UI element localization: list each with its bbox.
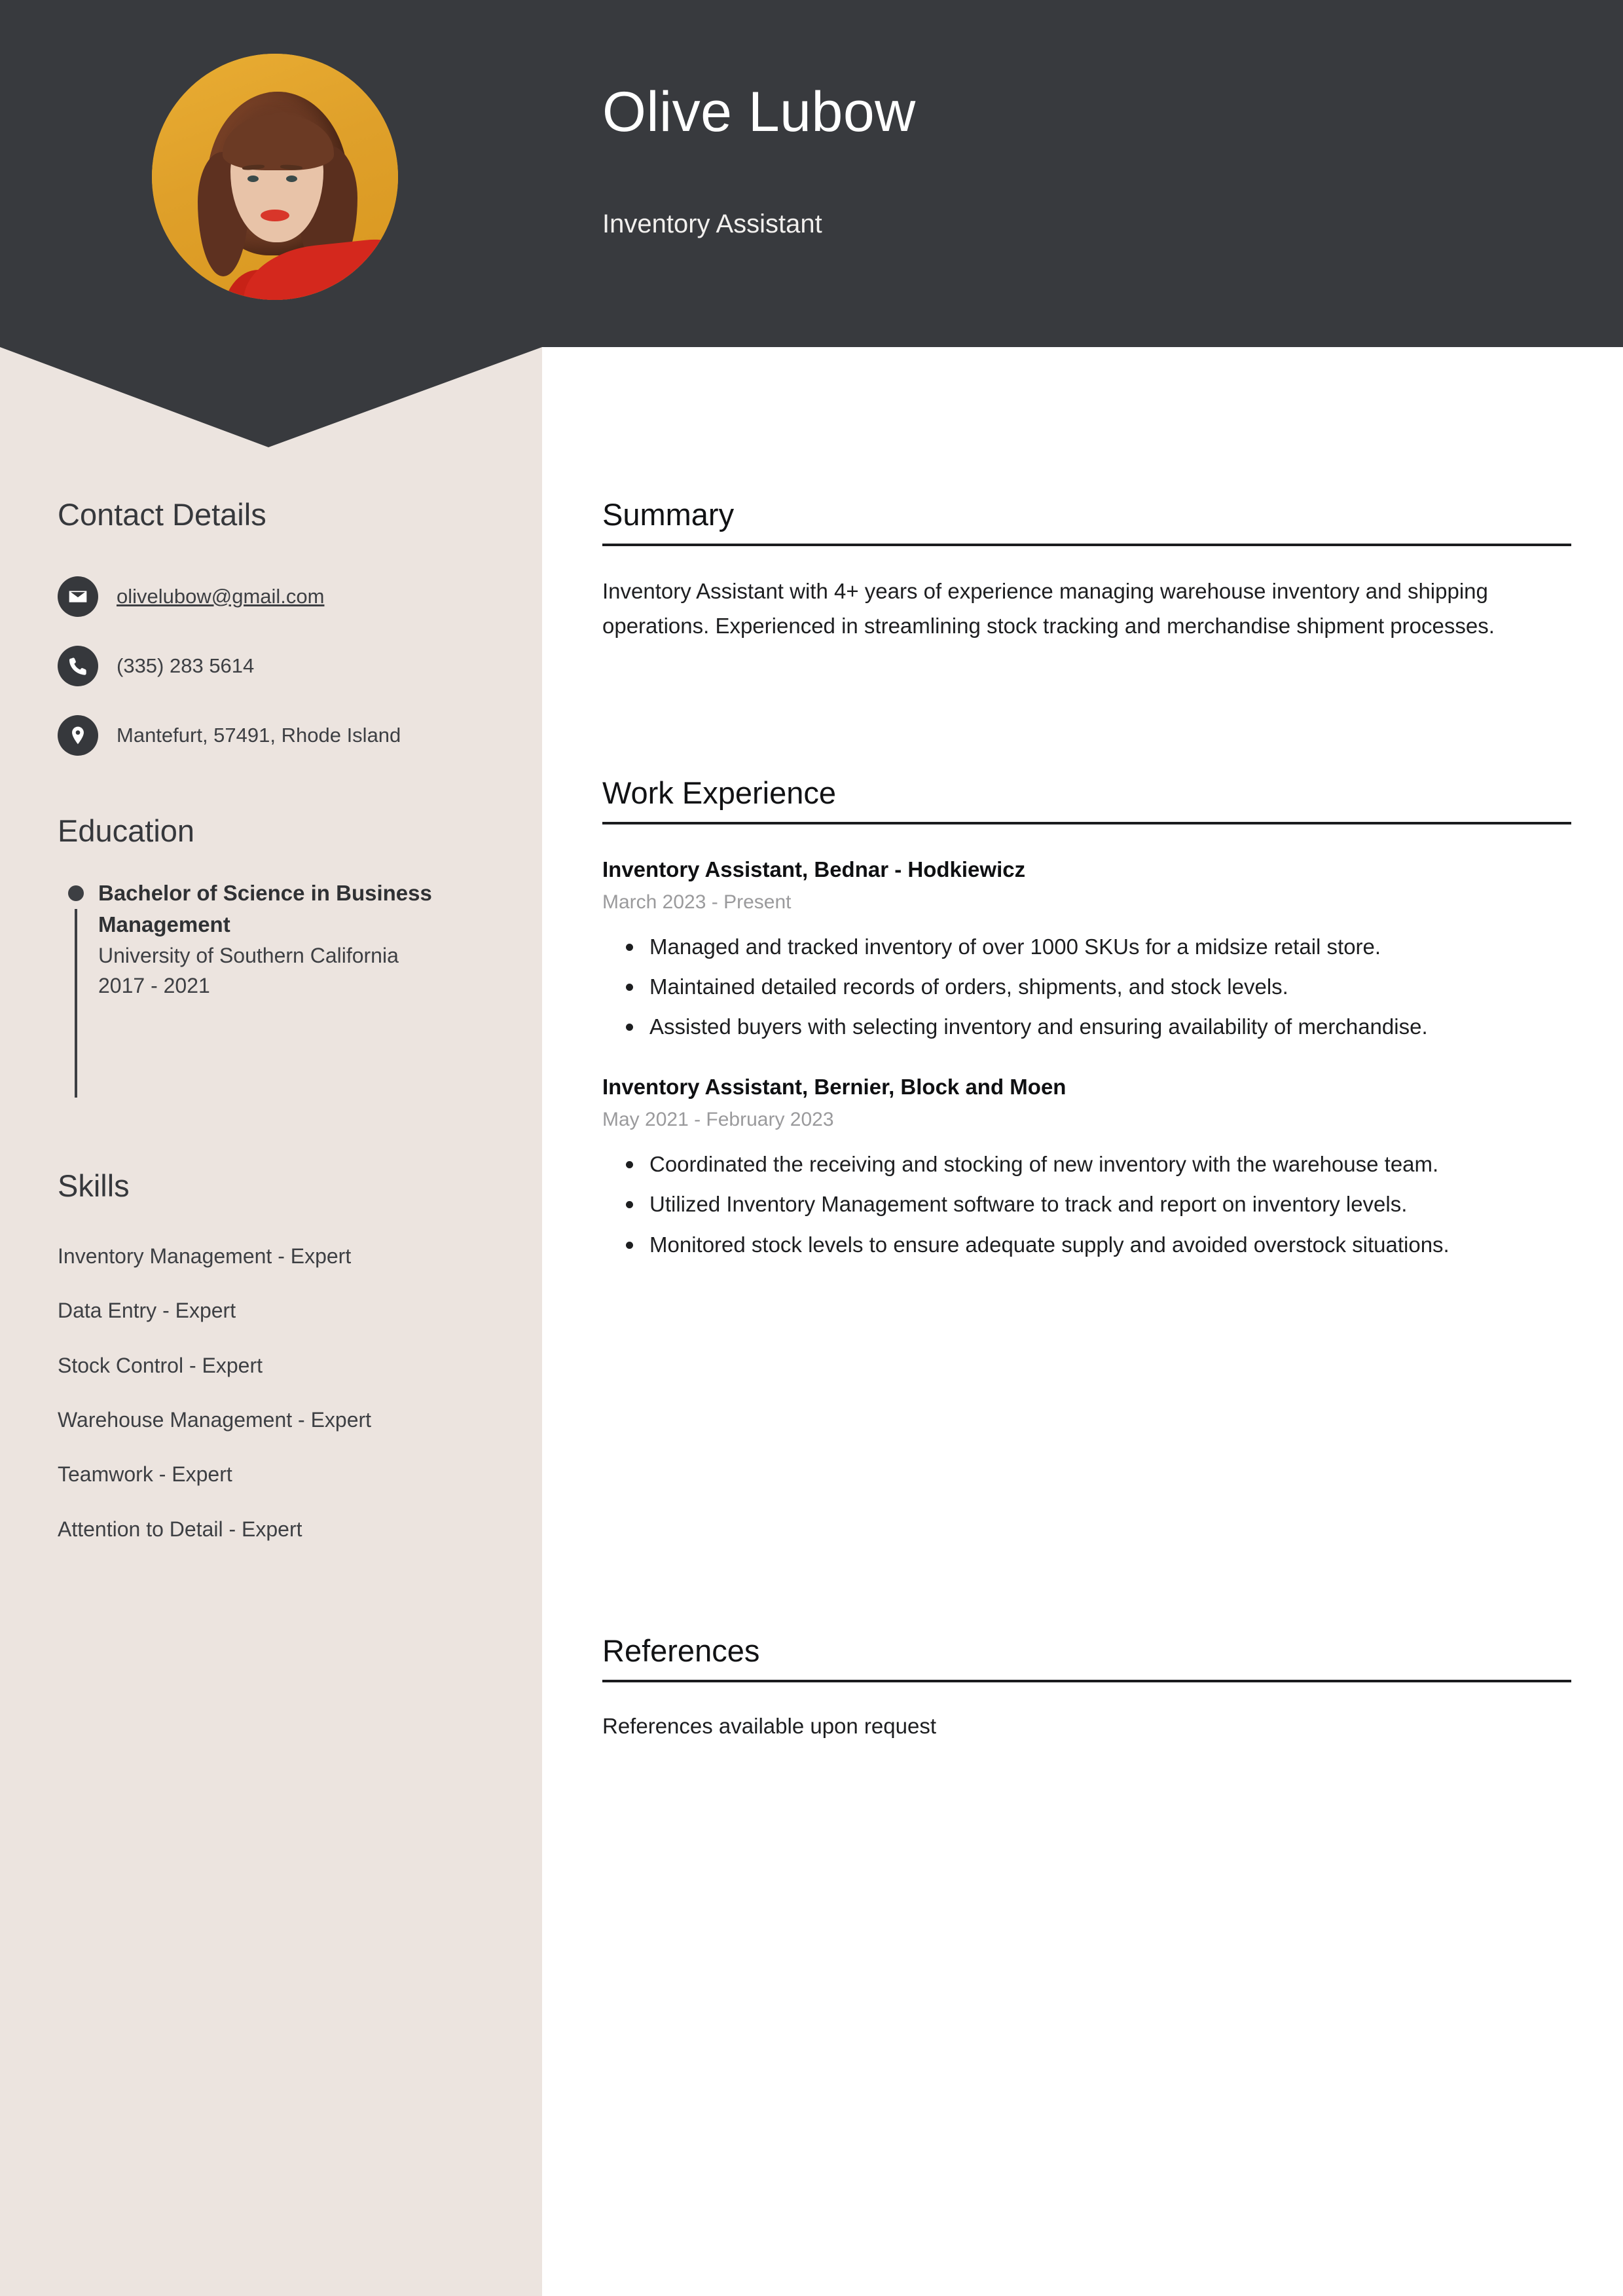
skill-item: Teamwork - Expert	[58, 1462, 232, 1487]
contact-address-value: Mantefurt, 57491, Rhode Island	[117, 723, 401, 747]
contact-list: olivelubow@gmail.com (335) 283 5614 Mant…	[58, 576, 490, 785]
timeline-dot-icon	[68, 885, 84, 901]
education-heading: Education	[58, 813, 195, 848]
education-years: 2017 - 2021	[98, 974, 210, 998]
references-text: References available upon request	[602, 1713, 937, 1738]
summary-text: Inventory Assistant with 4+ years of exp…	[602, 578, 1495, 639]
job-date: May 2021 - February 2023	[602, 1108, 834, 1130]
contact-email-value[interactable]: olivelubow@gmail.com	[117, 584, 324, 610]
job-bullet: Utilized Inventory Management software t…	[626, 1187, 1571, 1221]
work-experience-heading: Work Experience	[602, 776, 1571, 824]
skill-item: Stock Control - Expert	[58, 1353, 263, 1377]
contact-item-email[interactable]: olivelubow@gmail.com	[58, 576, 490, 617]
job-bullet: Coordinated the receiving and stocking o…	[626, 1147, 1571, 1181]
skill-item: Warehouse Management - Expert	[58, 1408, 372, 1432]
skills-list: Inventory Management - Expert Data Entry…	[58, 1241, 483, 1568]
job-entry: Inventory Assistant, Bernier, Block and …	[602, 1073, 1571, 1262]
timeline-line	[75, 909, 77, 1098]
summary-heading: Summary	[602, 498, 1571, 546]
work-experience-section: Work Experience Inventory Assistant, Bed…	[602, 776, 1571, 1267]
job-bullet: Assisted buyers with selecting inventory…	[626, 1009, 1571, 1044]
contact-item-address: Mantefurt, 57491, Rhode Island	[58, 715, 490, 756]
candidate-name: Olive Lubow	[602, 81, 916, 143]
resume-page: Olive Lubow Inventory Assistant Contact …	[0, 0, 1623, 2296]
skill-item: Data Entry - Expert	[58, 1299, 236, 1323]
phone-icon	[58, 646, 98, 686]
contact-details-heading: Contact Details	[58, 497, 266, 532]
location-pin-icon	[58, 715, 98, 756]
references-heading: References	[602, 1634, 1571, 1682]
job-date: March 2023 - Present	[602, 891, 792, 913]
job-bullet: Maintained detailed records of orders, s…	[626, 969, 1571, 1004]
job-title: Inventory Assistant, Bernier, Block and …	[602, 1074, 1067, 1099]
contact-item-phone[interactable]: (335) 283 5614	[58, 646, 490, 686]
job-bullet-list: Managed and tracked inventory of over 10…	[602, 929, 1571, 1045]
summary-section: Summary Inventory Assistant with 4+ year…	[602, 498, 1571, 644]
job-bullet: Managed and tracked inventory of over 10…	[626, 929, 1571, 964]
job-entry: Inventory Assistant, Bednar - Hodkiewicz…	[602, 856, 1571, 1045]
skill-item: Attention to Detail - Expert	[58, 1517, 302, 1541]
candidate-role: Inventory Assistant	[602, 210, 822, 238]
references-section: References References available upon req…	[602, 1634, 1571, 1743]
skill-item: Inventory Management - Expert	[58, 1244, 352, 1268]
job-bullet: Monitored stock levels to ensure adequat…	[626, 1227, 1571, 1262]
job-title: Inventory Assistant, Bednar - Hodkiewicz	[602, 857, 1026, 881]
sidebar: Contact Details olivelubow@gmail.com (33…	[0, 0, 542, 2296]
envelope-icon	[58, 576, 98, 617]
education-school: University of Southern California	[98, 943, 399, 967]
education-degree: Bachelor of Science in Business Manageme…	[98, 881, 432, 936]
skills-heading: Skills	[58, 1168, 130, 1203]
education-item: Bachelor of Science in Business Manageme…	[58, 878, 477, 1098]
contact-phone-value: (335) 283 5614	[117, 654, 255, 677]
job-bullet-list: Coordinated the receiving and stocking o…	[602, 1147, 1571, 1262]
